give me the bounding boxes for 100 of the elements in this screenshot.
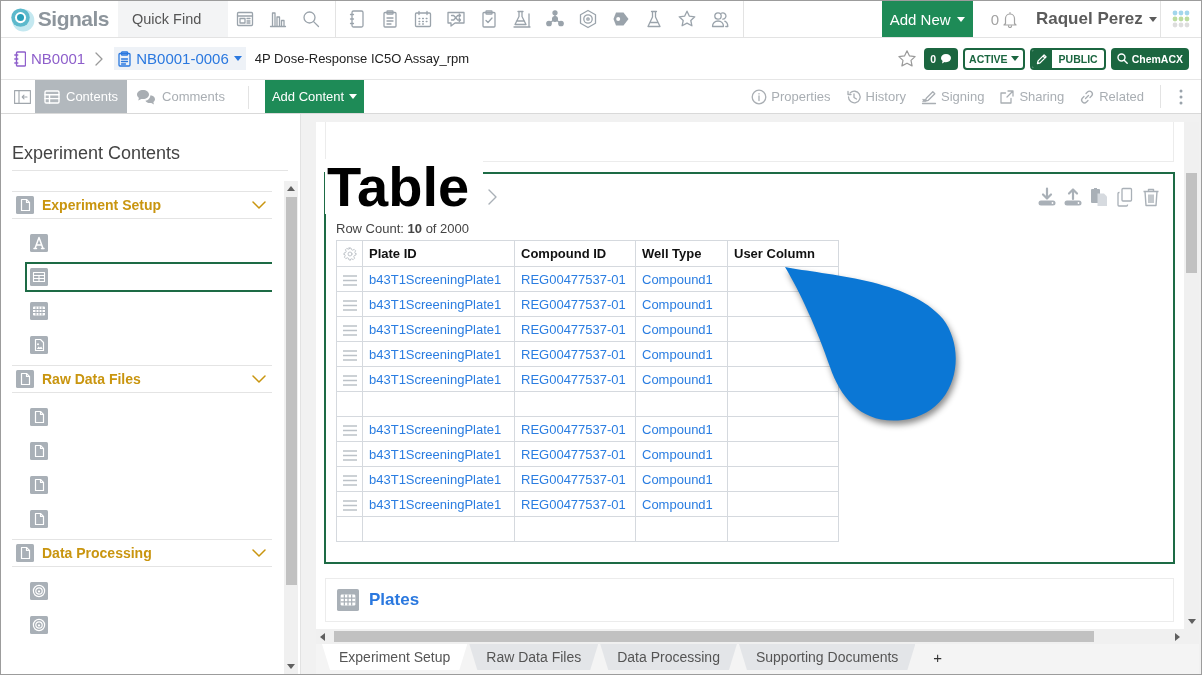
experiment-dropdown[interactable]: NB0001-0006 bbox=[114, 47, 246, 70]
add-content-button[interactable]: Add Content bbox=[264, 80, 365, 113]
target-icon bbox=[30, 582, 48, 600]
toolbar-button[interactable]: Signing bbox=[921, 88, 985, 105]
drag-handle-icon[interactable] bbox=[342, 449, 357, 461]
vertical-scrollbar[interactable] bbox=[284, 181, 298, 674]
download-icon[interactable] bbox=[1037, 186, 1057, 207]
view-tab[interactable]: Comments bbox=[127, 80, 234, 113]
notifications-button[interactable]: 0 bbox=[990, 1, 1018, 37]
card-title[interactable]: Plates bbox=[369, 590, 420, 610]
notebook-link[interactable]: NB0001 bbox=[14, 50, 86, 67]
drag-handle-icon[interactable] bbox=[342, 274, 357, 286]
table-cell[interactable]: REG00477537-01 bbox=[514, 316, 636, 342]
apps-grid-icon[interactable] bbox=[1172, 10, 1190, 28]
scrollbar-thumb[interactable] bbox=[1186, 173, 1197, 273]
search-icon[interactable] bbox=[300, 9, 321, 29]
hexagon-icon[interactable] bbox=[577, 9, 598, 29]
users-icon[interactable] bbox=[709, 9, 730, 29]
drag-handle-icon[interactable] bbox=[342, 349, 357, 361]
quick-find-button[interactable]: Quick Find bbox=[118, 1, 228, 37]
table-cell[interactable]: Compound1 bbox=[635, 366, 728, 392]
star-icon[interactable] bbox=[897, 48, 918, 69]
section-header[interactable]: Experiment Setup bbox=[12, 191, 272, 219]
drag-handle-icon[interactable] bbox=[342, 324, 357, 336]
table-cell[interactable]: b43T1ScreeningPlate1 bbox=[362, 266, 515, 292]
trash-icon[interactable] bbox=[1141, 186, 1161, 207]
drag-handle-icon[interactable] bbox=[342, 299, 357, 311]
table-cell[interactable]: Compound1 bbox=[635, 416, 728, 442]
upload-icon[interactable] bbox=[1063, 186, 1083, 207]
table-cell[interactable]: b43T1ScreeningPlate1 bbox=[362, 441, 515, 467]
table-cell[interactable]: REG00477537-01 bbox=[514, 441, 636, 467]
column-header[interactable]: Well Type bbox=[635, 240, 728, 267]
copy-icon[interactable] bbox=[1115, 186, 1135, 207]
table-cell[interactable]: REG00477537-01 bbox=[514, 341, 636, 367]
column-header[interactable]: User Column bbox=[727, 240, 839, 267]
table-cell[interactable]: REG00477537-01 bbox=[514, 266, 636, 292]
collapse-sidebar-icon[interactable] bbox=[14, 89, 31, 104]
comments-button[interactable]: 0 bbox=[924, 47, 959, 70]
scroll-right-icon[interactable] bbox=[1175, 632, 1180, 641]
table-cell[interactable]: REG00477537-01 bbox=[514, 416, 636, 442]
paste-icon[interactable] bbox=[1089, 186, 1109, 207]
table-cell[interactable]: b43T1ScreeningPlate1 bbox=[362, 416, 515, 442]
table-cell[interactable]: Compound1 bbox=[635, 291, 728, 317]
table-cell[interactable]: REG00477537-01 bbox=[514, 291, 636, 317]
scroll-up-icon[interactable] bbox=[287, 186, 295, 191]
table-cell[interactable]: b43T1ScreeningPlate1 bbox=[362, 341, 515, 367]
user-menu-button[interactable]: Raquel Perez bbox=[1036, 1, 1160, 37]
scrollbar-thumb[interactable] bbox=[285, 197, 297, 585]
content-item[interactable] bbox=[25, 262, 272, 292]
lookup-button[interactable]: ChemACX bbox=[1110, 47, 1189, 70]
section-header[interactable]: Raw Data Files bbox=[12, 365, 272, 393]
more-icon[interactable] bbox=[1179, 88, 1183, 105]
scroll-down-icon[interactable] bbox=[1187, 619, 1196, 624]
toolbar-button[interactable]: History bbox=[845, 88, 906, 105]
column-header[interactable]: Compound ID bbox=[514, 240, 636, 267]
drag-handle-icon[interactable] bbox=[342, 374, 357, 386]
table-icon bbox=[44, 89, 60, 104]
table-cell[interactable]: b43T1ScreeningPlate1 bbox=[362, 491, 515, 517]
sheet-tab[interactable]: Raw Data Files bbox=[469, 644, 599, 670]
add-new-button[interactable]: Add New bbox=[881, 1, 973, 37]
bar-chart-icon[interactable] bbox=[267, 9, 288, 29]
message-icon[interactable] bbox=[445, 9, 466, 29]
table-cell[interactable]: Compound1 bbox=[635, 491, 728, 517]
scroll-down-icon[interactable] bbox=[287, 664, 295, 669]
star-icon[interactable] bbox=[676, 9, 697, 29]
table-cell[interactable]: Compound1 bbox=[635, 316, 728, 342]
section-header[interactable]: Data Processing bbox=[12, 539, 272, 567]
toolbar-button[interactable]: Related bbox=[1079, 88, 1144, 105]
signature-icon bbox=[921, 88, 937, 105]
table-cell[interactable]: REG00477537-01 bbox=[514, 466, 636, 492]
gear-icon[interactable] bbox=[342, 247, 357, 262]
network-icon[interactable] bbox=[544, 9, 565, 29]
status-dropdown[interactable]: ACTIVE bbox=[963, 47, 1025, 70]
table-cell[interactable]: b43T1ScreeningPlate1 bbox=[362, 291, 515, 317]
table-cell[interactable]: REG00477537-01 bbox=[514, 491, 636, 517]
sheet-tab[interactable]: Supporting Documents bbox=[738, 644, 916, 670]
table-cell[interactable]: b43T1ScreeningPlate1 bbox=[362, 366, 515, 392]
chevron-right-icon[interactable] bbox=[488, 188, 497, 205]
table-cell[interactable]: b43T1ScreeningPlate1 bbox=[362, 316, 515, 342]
scroll-left-icon[interactable] bbox=[320, 632, 325, 641]
table-cell[interactable]: Compound1 bbox=[635, 266, 728, 292]
add-sheet-button[interactable]: + bbox=[929, 644, 947, 670]
drag-handle-icon[interactable] bbox=[342, 424, 357, 436]
sheet-tab[interactable]: Data Processing bbox=[600, 644, 737, 670]
table-cell[interactable]: Compound1 bbox=[635, 341, 728, 367]
table-cell[interactable]: Compound1 bbox=[635, 441, 728, 467]
visibility-button[interactable]: PUBLIC bbox=[1029, 47, 1106, 70]
drag-handle-icon[interactable] bbox=[342, 474, 357, 486]
drag-handle-icon[interactable] bbox=[342, 499, 357, 511]
toolbar-button[interactable]: Sharing bbox=[999, 88, 1065, 105]
table-cell[interactable]: REG00477537-01 bbox=[514, 366, 636, 392]
table-cell[interactable]: Compound1 bbox=[635, 466, 728, 492]
calendar-icon[interactable] bbox=[412, 9, 433, 29]
sheet-tab[interactable]: Experiment Setup bbox=[322, 644, 468, 670]
flask-rack-icon[interactable] bbox=[511, 9, 532, 29]
column-header[interactable]: Plate ID bbox=[362, 240, 515, 267]
table-cell[interactable]: b43T1ScreeningPlate1 bbox=[362, 466, 515, 492]
layout-icon[interactable] bbox=[234, 9, 255, 29]
toolbar-button[interactable]: Properties bbox=[751, 88, 831, 105]
scrollbar-thumb[interactable] bbox=[334, 631, 1094, 642]
